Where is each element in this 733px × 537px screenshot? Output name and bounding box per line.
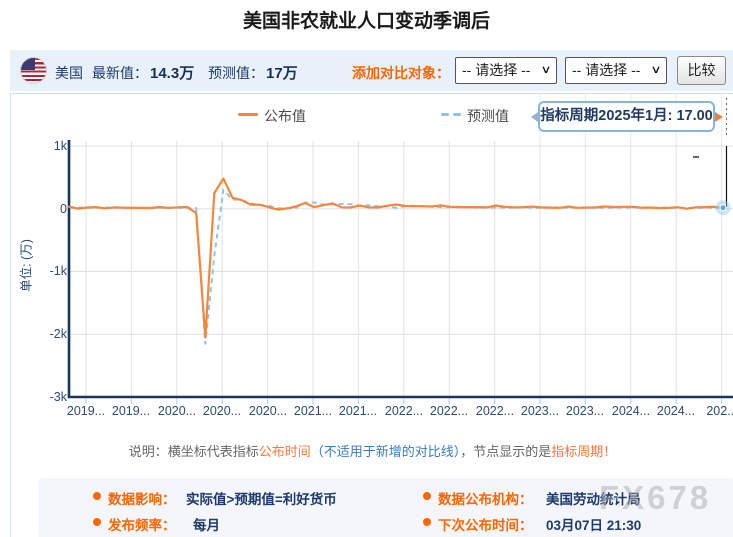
x-tick-label: 2023...	[562, 404, 608, 418]
tooltip-text: 指标周期2025年1月: 17.00	[540, 108, 712, 124]
x-tick-label: 2021...	[335, 404, 381, 418]
compare-select-2[interactable]: -- 请选择 -- ∨	[565, 57, 667, 84]
compare-target-label: 添加对比对象：	[352, 63, 450, 83]
bullet-icon	[423, 492, 431, 500]
forecast-label: 预测值：	[208, 63, 264, 83]
forecast-value: 17万	[266, 62, 298, 83]
x-tick-label: 2020...	[199, 404, 245, 418]
horizontal-gridlines	[69, 146, 733, 334]
bullet-icon	[93, 518, 101, 526]
usa-flag-icon	[20, 57, 47, 84]
x-tick-label: 202...	[699, 404, 733, 418]
fx678-watermark: FX678	[599, 479, 711, 517]
x-tick-label: 2020...	[245, 404, 291, 418]
vertical-gridlines	[86, 141, 722, 397]
note-middle: ，节点显示的是	[460, 444, 551, 459]
impact-value: 实际值>预期值=利好货币	[186, 488, 337, 508]
y-axis-unit-label: 单位: (万)	[16, 211, 35, 321]
bullet-icon	[93, 492, 101, 500]
x-tick-label: 2022...	[472, 404, 518, 418]
y-tick-label: -3k	[21, 390, 67, 404]
x-tick-label: 2023...	[517, 404, 563, 418]
chart-container: 公布值 预测值	[10, 93, 733, 537]
compare-select-1-value: -- 请选择 --	[462, 58, 530, 83]
x-tick-label: 2019...	[63, 404, 109, 418]
highlighted-point[interactable]	[716, 200, 731, 215]
x-tick-label: 2024...	[608, 404, 654, 418]
tooltip-prev-arrow-icon[interactable]	[531, 112, 538, 122]
note-indicator-period: 指标周期！	[551, 444, 616, 459]
compare-select-2-value: -- 请选择 --	[572, 58, 640, 83]
forecast-line	[69, 190, 723, 344]
agency-label: 数据公布机构：	[438, 488, 533, 508]
x-tick-label: 2020...	[154, 404, 200, 418]
next-time-value: 03月07日 21:30	[546, 514, 641, 534]
note-prefix: 说明：横坐标代表指标	[129, 444, 259, 459]
next-time-label: 下次公布时间：	[438, 514, 533, 534]
compare-button[interactable]: 比较	[677, 56, 726, 85]
y-tick-label: -2k	[21, 327, 67, 341]
chart-tooltip: 指标周期2025年1月: 17.00	[538, 101, 715, 132]
x-tick-label: 2022...	[381, 404, 427, 418]
frequency-label: 发布频率：	[108, 514, 176, 534]
bullet-icon	[423, 518, 431, 526]
y-tick-label: 1k	[21, 139, 67, 153]
chevron-down-icon: ∨	[540, 58, 551, 83]
latest-value: 14.3万	[150, 62, 194, 83]
latest-label: 最新值：	[92, 63, 148, 83]
x-tick-label: 2019...	[108, 404, 154, 418]
header-bar: 美国 最新值： 14.3万 预测值： 17万 添加对比对象： -- 请选择 --…	[10, 50, 733, 91]
frequency-value: 每月	[193, 514, 220, 534]
impact-label: 数据影响：	[108, 488, 176, 508]
x-tick-label: 2022...	[426, 404, 472, 418]
country-label: 美国	[55, 63, 83, 83]
page-title: 美国非农就业人口变动季调后	[0, 6, 733, 33]
tooltip-next-arrow-icon[interactable]	[715, 112, 723, 122]
chart-note: 说明：横坐标代表指标公布时间（不适用于新增的对比线），节点显示的是指标周期！	[11, 441, 733, 460]
published-line	[69, 179, 723, 338]
x-tick-label: 2021...	[290, 404, 336, 418]
x-tick-label: 2024...	[653, 404, 699, 418]
chart-canvas[interactable]	[11, 94, 733, 537]
note-publish-time: 公布时间	[259, 444, 311, 459]
note-paren: （不适用于新增的对比线）	[311, 444, 461, 459]
compare-select-1[interactable]: -- 请选择 -- ∨	[455, 57, 557, 84]
chevron-down-icon: ∨	[650, 58, 661, 83]
